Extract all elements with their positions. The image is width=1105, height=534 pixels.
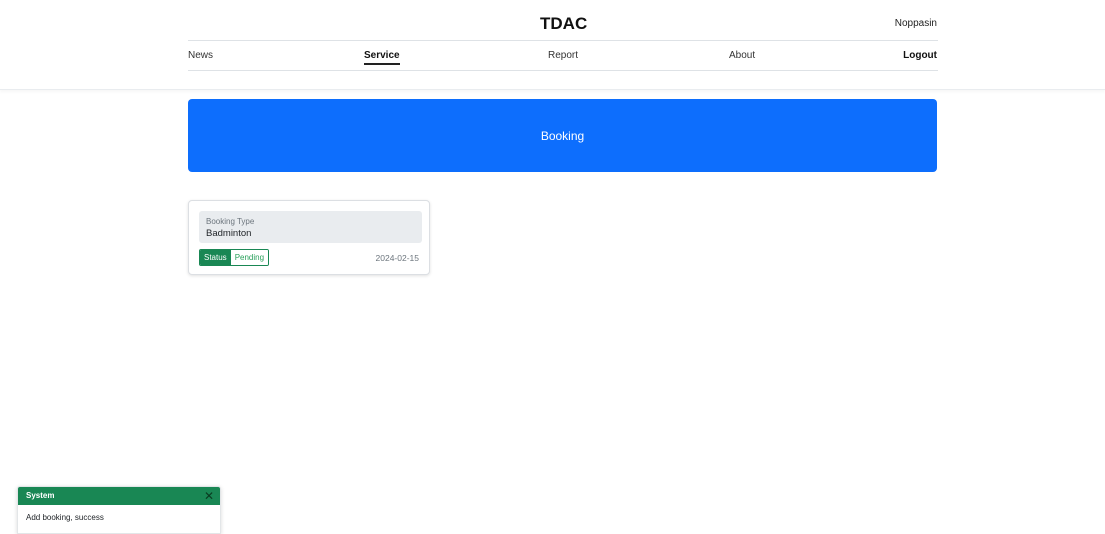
status-value: Pending: [230, 250, 269, 265]
close-icon[interactable]: ✕: [204, 487, 214, 505]
brand-title[interactable]: TDAC: [540, 14, 587, 34]
status-label: Status: [200, 250, 231, 265]
booking-type-value: Badminton: [206, 228, 252, 239]
toast-title: System: [26, 491, 55, 500]
booking-type-field: Booking Type Badminton: [199, 211, 422, 243]
nav-news-link[interactable]: News: [188, 50, 213, 61]
nav-report-link[interactable]: Report: [548, 50, 578, 61]
status-badge: Status Pending: [199, 249, 270, 266]
booking-card[interactable]: Booking Type Badminton Status Pending 20…: [188, 200, 430, 275]
booking-type-label: Booking Type: [206, 217, 255, 226]
banner-title: Booking: [540, 128, 585, 143]
booking-date: 2024-02-15: [375, 253, 419, 263]
system-toast: System ✕ Add booking, success: [17, 486, 221, 534]
nav-about-link[interactable]: About: [729, 50, 755, 61]
toast-message: Add booking, success: [26, 513, 104, 522]
nav-service-link[interactable]: Service: [364, 50, 400, 65]
user-name[interactable]: Noppasin: [895, 18, 937, 29]
booking-banner: Booking: [188, 99, 937, 172]
logout-link[interactable]: Logout: [903, 50, 937, 61]
header-divider-bottom: [188, 70, 938, 71]
header-divider-top: [188, 40, 938, 41]
toast-header: System ✕: [18, 487, 220, 505]
top-navbar: TDAC Noppasin News Service Report About …: [0, 0, 1105, 90]
